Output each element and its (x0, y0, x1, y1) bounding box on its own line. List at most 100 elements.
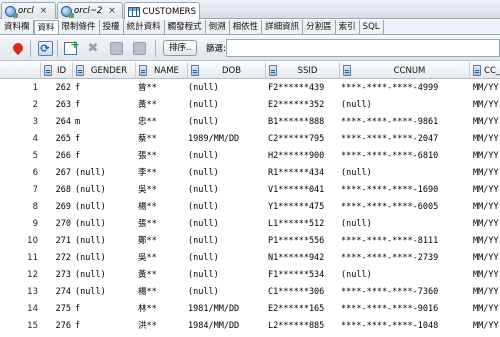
cell-ssid[interactable]: L1******512 (268, 216, 340, 233)
table-row[interactable]: 5 266 f 張** (null) H2******900 ****-****-****-… (0, 148, 500, 165)
row-number[interactable]: 15 (0, 318, 40, 335)
tab-constraints[interactable]: 限制條件 (59, 20, 100, 34)
tab-orcl[interactable]: orcl × (1, 2, 56, 19)
cell-dob[interactable]: (null) (188, 233, 268, 250)
cell-dob[interactable]: (null) (188, 250, 268, 267)
cell-ccnum[interactable]: (null) (341, 97, 471, 114)
cell-gender[interactable]: (null) (73, 182, 135, 199)
cell-dob[interactable]: (null) (188, 114, 268, 131)
cell-dob[interactable]: (null) (188, 165, 268, 182)
tab-dependencies[interactable]: 相依性 (230, 20, 263, 34)
tab-details[interactable]: 詳細資訊 (262, 20, 304, 34)
cell-name[interactable]: 忠** (136, 114, 188, 131)
tab-flashback[interactable]: 倒溯 (206, 20, 230, 34)
tab-triggers[interactable]: 觸發程式 (165, 20, 206, 34)
cell-cc-v[interactable]: MM/YY (471, 216, 500, 233)
cell-ssid[interactable]: B1******888 (268, 114, 340, 131)
row-number[interactable]: 1 (0, 80, 40, 97)
row-number[interactable]: 6 (0, 165, 40, 182)
row-number[interactable]: 3 (0, 114, 40, 131)
cell-dob[interactable]: (null) (188, 216, 268, 233)
commit-button[interactable] (108, 40, 124, 56)
cell-dob[interactable]: (null) (188, 148, 268, 165)
cell-cc-v[interactable]: MM/YY (471, 267, 500, 284)
cell-id[interactable]: 266 (40, 148, 72, 165)
cell-ssid[interactable]: R1******434 (268, 165, 340, 182)
cell-ssid[interactable]: P1******556 (268, 233, 340, 250)
cell-name[interactable]: 張** (136, 148, 188, 165)
row-number[interactable]: 2 (0, 97, 40, 114)
cell-cc-v[interactable]: MM/YY (471, 233, 500, 250)
cell-cc-v[interactable]: MM/YY (471, 148, 500, 165)
cell-gender[interactable]: f (73, 148, 135, 165)
cell-cc-v[interactable]: MM/YY (471, 301, 500, 318)
tab-orcl-2[interactable]: orcl~2 × (57, 2, 123, 19)
column-header-name[interactable]: NAME (136, 62, 188, 79)
refresh-button[interactable]: ⟳ (37, 40, 53, 56)
table-row[interactable]: 13 274 (null) 楊** (null) C1******306 ****-****… (0, 284, 500, 301)
tab-sql[interactable]: SQL (360, 20, 384, 34)
table-row[interactable]: 9 270 (null) 張** (null) L1******512 (null) MM/Y… (0, 216, 500, 233)
cell-ccnum[interactable]: ****-****-****-2047 (341, 131, 471, 148)
sort-button[interactable]: 排序.. (163, 40, 198, 56)
cell-ccnum[interactable]: ****-****-****-9861 (341, 114, 471, 131)
cell-cc-v[interactable]: MM/YY (471, 318, 500, 335)
cell-ccnum[interactable]: (null) (341, 216, 471, 233)
column-header-ccnum[interactable]: CCNUM (340, 62, 470, 79)
cell-ssid[interactable]: H2******900 (268, 148, 340, 165)
cell-ccnum[interactable]: ****-****-****-1690 (341, 182, 471, 199)
filter-input[interactable] (226, 39, 500, 57)
row-number[interactable]: 8 (0, 199, 40, 216)
close-icon[interactable]: × (40, 6, 48, 16)
row-number[interactable]: 7 (0, 182, 40, 199)
cell-id[interactable]: 264 (40, 114, 72, 131)
row-number[interactable]: 12 (0, 267, 40, 284)
cell-ccnum[interactable]: (null) (341, 267, 471, 284)
cell-ssid[interactable]: V1******041 (268, 182, 340, 199)
cell-id[interactable]: 271 (40, 233, 72, 250)
table-row[interactable]: 12 273 (null) 黃** (null) F1******534 (null) MM/… (0, 267, 500, 284)
row-number[interactable]: 4 (0, 131, 40, 148)
cell-cc-v[interactable]: MM/YY (471, 131, 500, 148)
row-number[interactable]: 11 (0, 250, 40, 267)
close-icon[interactable]: × (108, 6, 116, 16)
cell-dob[interactable]: 1984/MM/DD (188, 318, 268, 335)
cell-ssid[interactable]: N1******942 (268, 250, 340, 267)
table-row[interactable]: 15 276 f 洪** 1984/MM/DD L2******885 ****-****-… (0, 318, 500, 335)
cell-id[interactable]: 267 (40, 165, 72, 182)
cell-ccnum[interactable]: ****-****-****-2739 (341, 250, 471, 267)
tab-indexes[interactable]: 索引 (336, 20, 360, 34)
row-number[interactable]: 5 (0, 148, 40, 165)
cell-ssid[interactable]: E2******165 (268, 301, 340, 318)
cell-cc-v[interactable]: MM/YY (471, 284, 500, 301)
cell-ccnum[interactable]: ****-****-****-9016 (341, 301, 471, 318)
cell-dob[interactable]: (null) (188, 97, 268, 114)
column-header-cc-v[interactable]: CC_V (470, 62, 500, 79)
cell-gender[interactable]: m (73, 114, 135, 131)
cell-dob[interactable]: (null) (188, 80, 268, 97)
cell-ssid[interactable]: C2******795 (268, 131, 340, 148)
cell-cc-v[interactable]: MM/YY (471, 114, 500, 131)
cell-name[interactable]: 鄭** (136, 233, 188, 250)
cell-gender[interactable]: (null) (73, 199, 135, 216)
delete-row-button[interactable]: ✖ (85, 40, 101, 56)
cell-gender[interactable]: f (73, 318, 135, 335)
cell-ccnum[interactable]: ****-****-****-7360 (341, 284, 471, 301)
table-row[interactable]: 10 271 (null) 鄭** (null) P1******556 ****-****… (0, 233, 500, 250)
cell-name[interactable]: 張** (136, 216, 188, 233)
cell-dob[interactable]: 1981/MM/DD (188, 301, 268, 318)
cell-id[interactable]: 263 (40, 97, 72, 114)
cell-dob[interactable]: (null) (188, 182, 268, 199)
row-number[interactable]: 9 (0, 216, 40, 233)
tab-statistics[interactable]: 統計資料 (124, 20, 165, 34)
row-number[interactable]: 10 (0, 233, 40, 250)
cell-gender[interactable]: f (73, 80, 135, 97)
tab-customers[interactable]: CUSTOMERS (124, 2, 200, 20)
cell-gender[interactable]: (null) (73, 216, 135, 233)
cell-id[interactable]: 268 (40, 182, 72, 199)
column-header-gender[interactable]: GENDER (73, 62, 136, 79)
cell-gender[interactable]: f (73, 301, 135, 318)
cell-id[interactable]: 270 (40, 216, 72, 233)
cell-id[interactable]: 276 (40, 318, 72, 335)
cell-dob[interactable]: 1989/MM/DD (188, 131, 268, 148)
